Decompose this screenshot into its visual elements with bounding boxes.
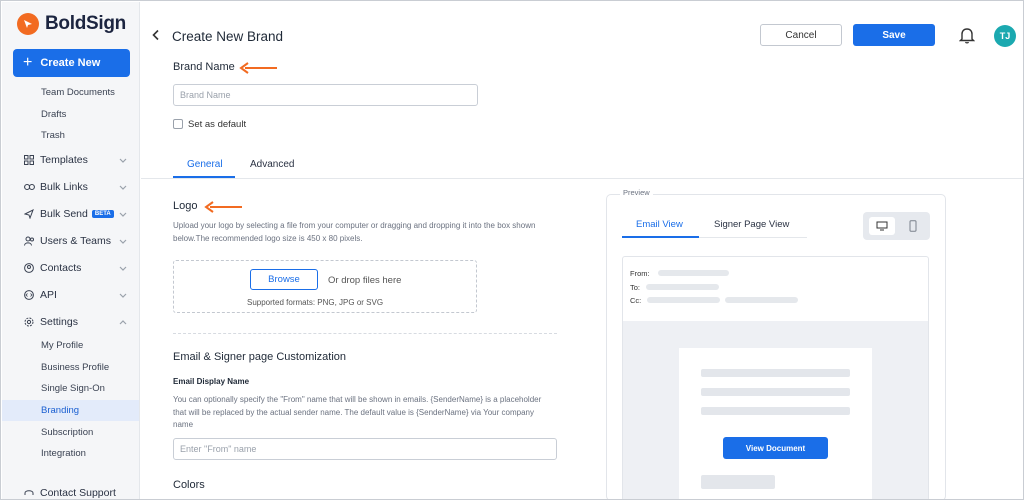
annotation-arrow-icon <box>204 200 244 218</box>
app-logo[interactable]: BoldSign <box>17 13 126 35</box>
sidebar-item-api[interactable]: API <box>23 289 131 301</box>
view-document-button[interactable]: View Document <box>723 437 828 459</box>
back-icon[interactable] <box>151 28 161 46</box>
browse-button[interactable]: Browse <box>250 269 318 290</box>
plus-icon: + <box>23 54 33 71</box>
bell-icon[interactable] <box>958 27 976 49</box>
support-icon <box>23 487 35 499</box>
chevron-down-icon <box>119 208 127 223</box>
grid-icon <box>23 154 35 166</box>
brand-name-label: Brand Name <box>173 61 235 73</box>
tab-email-view[interactable]: Email View <box>636 219 683 230</box>
active-preview-tab-indicator <box>622 236 699 238</box>
colors-heading: Colors <box>173 479 205 491</box>
mail-from-placeholder <box>658 270 729 276</box>
create-new-label: Create New <box>40 57 101 69</box>
mobile-icon[interactable] <box>903 217 923 235</box>
tabs-divider <box>141 178 1023 179</box>
create-new-button[interactable]: + Create New <box>13 49 130 77</box>
content-placeholder-line <box>701 388 850 396</box>
content-placeholder-line <box>701 407 850 415</box>
sidebar-item-label: Users & Teams <box>40 235 111 247</box>
sidebar-item-my-profile[interactable]: My Profile <box>41 340 83 351</box>
sidebar-item-business-profile[interactable]: Business Profile <box>41 362 109 373</box>
contact-icon <box>23 262 35 274</box>
sidebar-item-single-sign-on[interactable]: Single Sign-On <box>41 383 105 394</box>
sidebar-item-label: Bulk Links <box>40 181 88 193</box>
sidebar-item-label: Bulk Send <box>40 208 88 220</box>
sidebar-item-contact-support[interactable]: Contact Support <box>23 487 131 499</box>
sidebar-item-label: Templates <box>40 154 88 166</box>
desktop-icon[interactable] <box>869 217 895 235</box>
email-display-name-input[interactable]: Enter "From" name <box>173 438 557 460</box>
page-title: Create New Brand <box>172 29 284 44</box>
sidebar-item-bulk-links[interactable]: Bulk Links <box>23 181 131 193</box>
link-icon <box>23 181 35 193</box>
logo-description: Upload your logo by selecting a file fro… <box>173 221 536 243</box>
section-divider <box>173 333 557 334</box>
logo-heading: Logo <box>173 200 198 212</box>
send-icon <box>23 208 35 220</box>
chevron-down-icon <box>119 262 127 277</box>
content-placeholder-block <box>701 475 775 489</box>
sidebar-item-label: Contact Support <box>40 487 116 499</box>
email-section-heading: Email & Signer page Customization <box>173 351 347 363</box>
sidebar-item-subscription[interactable]: Subscription <box>41 427 93 438</box>
sidebar-item-integration[interactable]: Integration <box>41 448 86 459</box>
sidebar-item-users-teams[interactable]: Users & Teams <box>23 235 131 247</box>
email-display-name-label: Email Display Name <box>173 377 250 386</box>
annotation-arrow-icon <box>239 61 279 79</box>
tab-advanced[interactable]: Advanced <box>250 159 294 170</box>
chevron-up-icon <box>119 316 127 331</box>
chevron-down-icon <box>119 289 127 304</box>
sidebar-item-team-documents[interactable]: Team Documents <box>41 87 115 98</box>
tab-general[interactable]: General <box>187 159 223 170</box>
gear-icon <box>23 316 35 328</box>
mail-cc-label: Cc: <box>630 296 642 305</box>
set-default-label[interactable]: Set as default <box>188 119 246 130</box>
sidebar-item-branding[interactable]: Branding <box>41 405 79 416</box>
preview-legend: Preview <box>620 188 653 197</box>
users-icon <box>23 235 35 247</box>
mail-cc-placeholder <box>647 297 720 303</box>
sidebar-item-settings[interactable]: Settings <box>23 316 131 328</box>
boldsign-logo-icon <box>17 13 39 35</box>
cancel-button[interactable]: Cancel <box>760 24 842 46</box>
tab-signer-page-view[interactable]: Signer Page View <box>714 219 789 230</box>
sidebar-item-drafts[interactable]: Drafts <box>41 109 66 120</box>
chevron-down-icon <box>119 235 127 250</box>
sidebar-item-label: Settings <box>40 316 78 328</box>
app-window: BoldSign + Create New Team Documents Dra… <box>0 0 1024 500</box>
supported-formats-text: Supported formats: PNG, JPG or SVG <box>247 298 384 307</box>
sidebar-item-bulk-send[interactable]: Bulk Send BETA <box>23 208 131 220</box>
mail-from-label: From: <box>630 269 650 278</box>
mail-to-placeholder <box>646 284 719 290</box>
sidebar-item-trash[interactable]: Trash <box>41 130 65 141</box>
chevron-down-icon <box>119 181 127 196</box>
email-display-name-description: You can optionally specify the "From" na… <box>173 395 542 429</box>
content-placeholder-line <box>701 369 850 377</box>
brand-name-input[interactable]: Brand Name <box>173 84 478 106</box>
beta-badge: BETA <box>91 210 114 218</box>
mail-cc-placeholder <box>725 297 798 303</box>
set-default-checkbox[interactable] <box>173 119 183 129</box>
save-button[interactable]: Save <box>853 24 935 46</box>
avatar[interactable]: TJ <box>994 25 1016 47</box>
mail-to-label: To: <box>630 283 641 292</box>
api-icon <box>23 289 35 301</box>
sidebar-item-label: Contacts <box>40 262 82 274</box>
drop-files-text: Or drop files here <box>328 275 402 286</box>
sidebar-item-templates[interactable]: Templates <box>23 154 131 166</box>
chevron-down-icon <box>119 154 127 169</box>
sidebar-item-label: API <box>40 289 57 301</box>
app-name: BoldSign <box>45 13 126 34</box>
active-tab-indicator <box>173 176 235 178</box>
sidebar-item-contacts[interactable]: Contacts <box>23 262 131 274</box>
